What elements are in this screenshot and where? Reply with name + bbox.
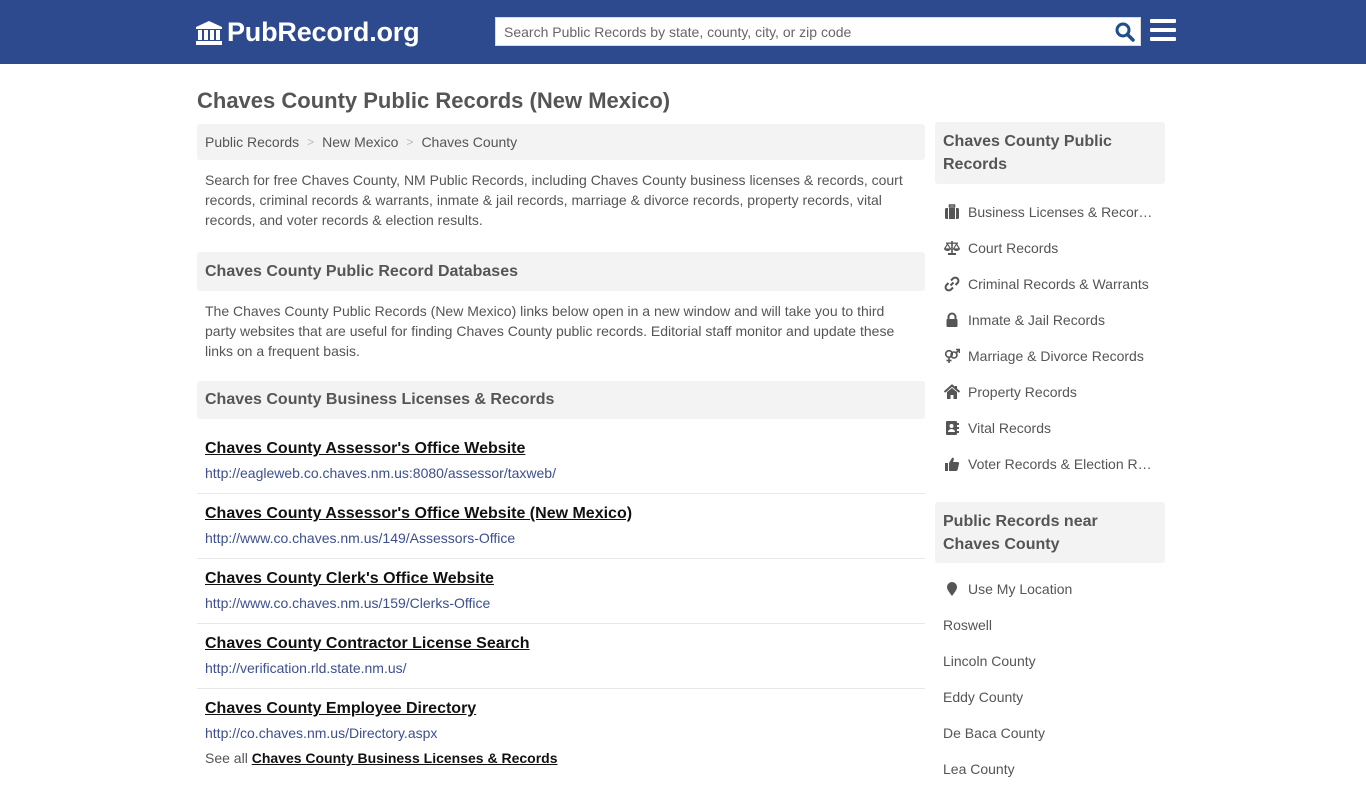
list-item: Chaves County Assessor's Office Website … (197, 494, 925, 559)
site-header: PubRecord.org (0, 0, 1366, 64)
sidebar-item-vital-records[interactable]: Vital Records (935, 410, 1165, 446)
breadcrumb-public-records[interactable]: Public Records (205, 134, 299, 150)
logo-text: PubRecord.org (227, 17, 420, 47)
sidebar-item-voter-records[interactable]: Voter Records & Election Results (935, 446, 1165, 482)
record-link-title[interactable]: Chaves County Assessor's Office Website (205, 439, 917, 459)
see-all-link[interactable]: Chaves County Business Licenses & Record… (252, 750, 558, 766)
record-link-title[interactable]: Chaves County Employee Directory (205, 699, 917, 719)
list-item: Chaves County Contractor License Search … (197, 624, 925, 689)
sidebar-item-label: Court Records (968, 240, 1059, 256)
sidebar-item-label: Business Licenses & Records (968, 204, 1153, 220)
databases-description: The Chaves County Public Records (New Me… (205, 303, 895, 359)
lock-icon (943, 312, 961, 328)
search-input[interactable] (496, 18, 1096, 45)
nearby-item-lincoln-county[interactable]: Lincoln County (935, 643, 1165, 679)
sidebar-item-label: Inmate & Jail Records (968, 312, 1105, 328)
address-book-icon (943, 420, 961, 436)
search-icon (1115, 22, 1135, 42)
record-link-url: http://verification.rld.state.nm.us/ (205, 660, 407, 676)
sidebar-nearby-heading: Public Records near Chaves County (935, 502, 1165, 563)
sidebar-categories-heading: Chaves County Public Records (935, 122, 1165, 184)
home-icon (943, 384, 961, 400)
map-marker-icon (943, 581, 961, 597)
hamburger-menu-icon-bar (1150, 28, 1176, 32)
business-heading: Chaves County Business Licenses & Record… (197, 381, 925, 419)
breadcrumb-separator: > (307, 135, 315, 149)
link-icon (943, 276, 961, 292)
databases-heading: Chaves County Public Record Databases (197, 252, 925, 291)
intro-text: Search for free Chaves County, NM Public… (205, 172, 903, 228)
see-all-row: See all Chaves County Business Licenses … (197, 750, 925, 766)
hamburger-menu-icon-bar (1150, 37, 1176, 41)
site-logo[interactable]: PubRecord.org (195, 17, 420, 48)
sidebar-item-court-records[interactable]: Court Records (935, 230, 1165, 266)
search-button[interactable] (1114, 21, 1136, 43)
list-item: Chaves County Clerk's Office Website htt… (197, 559, 925, 624)
record-link-url: http://co.chaves.nm.us/Directory.aspx (205, 725, 438, 741)
record-link-title[interactable]: Chaves County Clerk's Office Website (205, 569, 917, 589)
gender-symbols-icon (943, 348, 961, 364)
nearby-item-eddy-county[interactable]: Eddy County (935, 679, 1165, 715)
sidebar-item-criminal-records[interactable]: Criminal Records & Warrants (935, 266, 1165, 302)
sidebar: Chaves County Public Records Business Li… (935, 122, 1165, 787)
use-my-location-link[interactable]: Use My Location (935, 571, 1165, 607)
see-all-prefix: See all (205, 750, 248, 766)
hamburger-menu-icon-bar (1150, 19, 1176, 23)
record-link-url: http://www.co.chaves.nm.us/159/Clerks-Of… (205, 595, 491, 611)
record-link-title[interactable]: Chaves County Contractor License Search (205, 634, 917, 654)
breadcrumb: Public Records > New Mexico > Chaves Cou… (197, 124, 925, 160)
sidebar-item-label: Property Records (968, 384, 1077, 400)
main-content: Public Records > New Mexico > Chaves Cou… (197, 124, 925, 766)
page-title: Chaves County Public Records (New Mexico… (197, 88, 671, 113)
list-item: Chaves County Assessor's Office Website … (197, 429, 925, 494)
sidebar-item-label: Criminal Records & Warrants (968, 276, 1149, 292)
thumbs-up-icon (943, 456, 961, 472)
briefcase-icon (943, 204, 961, 220)
search-box (495, 17, 1141, 46)
sidebar-item-label: Vital Records (968, 420, 1052, 436)
sidebar-item-inmate-records[interactable]: Inmate & Jail Records (935, 302, 1165, 338)
scale-balance-icon (943, 240, 961, 256)
nearby-item-roswell[interactable]: Roswell (935, 607, 1165, 643)
sidebar-item-property-records[interactable]: Property Records (935, 374, 1165, 410)
sidebar-nearby-list: Use My Location Roswell Lincoln County E… (935, 563, 1165, 787)
record-link-url: http://eagleweb.co.chaves.nm.us:8080/ass… (205, 465, 556, 481)
nearby-item-lea-county[interactable]: Lea County (935, 751, 1165, 787)
breadcrumb-separator: > (406, 135, 414, 149)
sidebar-categories-list: Business Licenses & Records Court Record… (935, 184, 1165, 482)
sidebar-item-label: Voter Records & Election Results (968, 456, 1153, 472)
list-item: Chaves County Employee Directory http://… (197, 689, 925, 754)
record-link-url: http://www.co.chaves.nm.us/149/Assessors… (205, 530, 516, 546)
breadcrumb-new-mexico[interactable]: New Mexico (322, 134, 398, 150)
nearby-item-de-baca-county[interactable]: De Baca County (935, 715, 1165, 751)
use-my-location-label: Use My Location (968, 581, 1073, 597)
courthouse-icon (196, 20, 222, 45)
hamburger-menu-button[interactable] (1150, 19, 1176, 43)
breadcrumb-chaves-county[interactable]: Chaves County (421, 134, 517, 150)
sidebar-item-label: Marriage & Divorce Records (968, 348, 1144, 364)
sidebar-item-marriage-records[interactable]: Marriage & Divorce Records (935, 338, 1165, 374)
record-link-title[interactable]: Chaves County Assessor's Office Website … (205, 504, 917, 524)
business-links-list: Chaves County Assessor's Office Website … (197, 429, 925, 754)
sidebar-item-business-licenses[interactable]: Business Licenses & Records (935, 194, 1165, 230)
